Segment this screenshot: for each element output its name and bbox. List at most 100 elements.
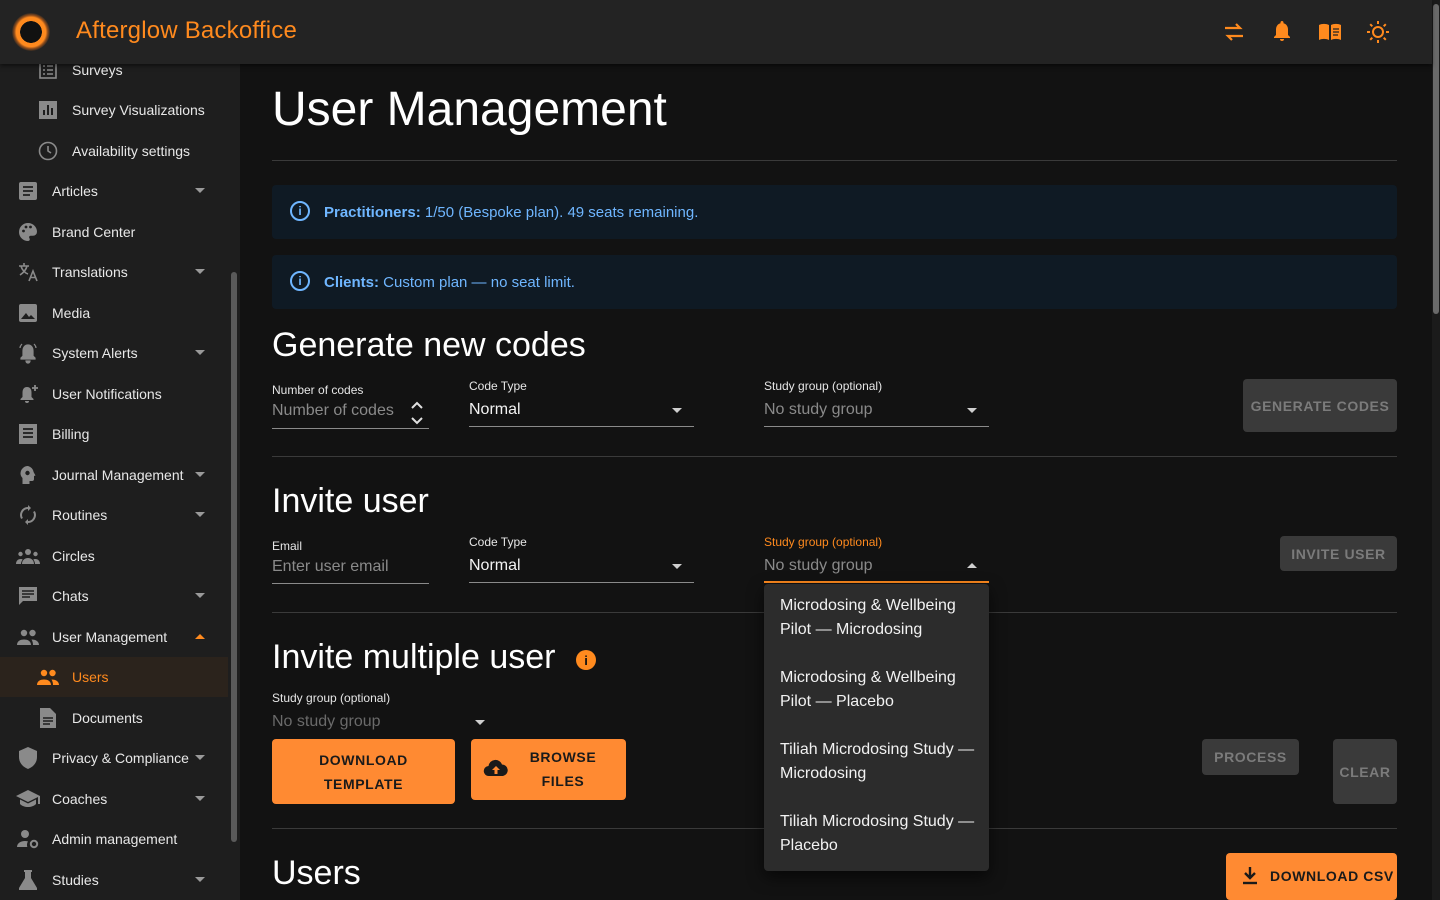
chevron-down-icon: [195, 269, 205, 274]
alert-text: Practitioners: 1/50 (Bespoke plan). 49 s…: [324, 204, 698, 221]
sidebar-item-surveys[interactable]: Surveys: [0, 64, 228, 90]
sidebar-item-label: Brand Center: [52, 224, 136, 240]
chevron-down-icon: [195, 188, 205, 193]
alert-message: 1/50 (Bespoke plan). 49 seats remaining.: [420, 203, 699, 221]
document-icon: [36, 706, 60, 730]
dropdown-option[interactable]: Microdosing & Wellbeing Pilot — Placebo: [780, 666, 975, 714]
dropdown-option[interactable]: Tiliah Microdosing Study — Placebo: [780, 810, 975, 858]
sidebar-scrollbar[interactable]: [231, 272, 237, 842]
select-value: No study group: [272, 713, 381, 730]
download-template-button[interactable]: DOWNLOAD TEMPLATE: [272, 739, 455, 804]
topbar-actions: [1220, 18, 1392, 46]
select-value: No study group: [764, 557, 873, 574]
sidebar-item-media[interactable]: Media: [0, 293, 228, 333]
bar-chart-icon: [36, 98, 60, 122]
chevron-down-icon: [195, 877, 205, 882]
number-of-codes-input[interactable]: Number of codes Number of codes: [272, 383, 429, 429]
chevron-down-icon: [195, 350, 205, 355]
cloud-upload-icon: [483, 758, 509, 785]
process-button[interactable]: PROCESS: [1202, 739, 1299, 775]
sidebar-item-label: Users: [72, 669, 109, 685]
sync-icon: [16, 503, 40, 527]
sidebar-item-label: Circles: [52, 548, 95, 564]
download-csv-button[interactable]: DOWNLOAD CSV: [1226, 853, 1397, 900]
sidebar-item-user-management[interactable]: User Management: [0, 617, 228, 657]
sidebar-item-translations[interactable]: Translations: [0, 252, 228, 292]
image-icon: [16, 301, 40, 325]
sidebar-item-survey-visualizations[interactable]: Survey Visualizations: [0, 90, 228, 130]
bell-icon[interactable]: [1268, 18, 1296, 46]
sidebar-item-label: Documents: [72, 710, 143, 726]
sidebar-item-system-alerts[interactable]: System Alerts: [0, 333, 228, 373]
field-label: Code Type: [469, 379, 527, 393]
field-label: Email: [272, 539, 303, 553]
sidebar-item-label: Coaches: [52, 791, 108, 807]
app-bar: Afterglow Backoffice: [0, 0, 1432, 64]
chevron-down-icon: [195, 755, 205, 760]
sidebar-item-label: Media: [52, 305, 91, 321]
sidebar-item-availability-settings[interactable]: Availability settings: [0, 131, 228, 171]
browse-files-button[interactable]: BROWSE FILES: [471, 739, 626, 800]
sidebar-item-journal-management[interactable]: Journal Management: [0, 455, 228, 495]
logo-icon: [12, 13, 50, 51]
info-icon[interactable]: i: [576, 650, 596, 670]
clients-alert: i Clients: Custom plan — no seat limit.: [272, 255, 1397, 309]
dropdown-option[interactable]: Tiliah Microdosing Study — Microdosing: [780, 738, 975, 786]
button-label: DOWNLOAD CSV: [1270, 868, 1394, 884]
stepper-icon[interactable]: [411, 400, 423, 431]
sidebar-item-user-notifications[interactable]: User Notifications: [0, 374, 228, 414]
chevron-down-icon: [475, 720, 485, 725]
alarm-icon: [16, 341, 40, 365]
scrollbar-thumb[interactable]: [1433, 4, 1439, 314]
sun-icon[interactable]: [1364, 18, 1392, 46]
sidebar-item-label: Surveys: [72, 64, 123, 78]
receipt-icon: [16, 422, 40, 446]
invite-study-group-select[interactable]: Study group (optional) No study group: [764, 535, 989, 583]
sidebar-item-billing[interactable]: Billing: [0, 414, 228, 454]
sidebar-item-users[interactable]: Users: [0, 657, 228, 697]
study-group-dropdown-menu: Microdosing & Wellbeing Pilot — Microdos…: [764, 584, 989, 871]
chevron-down-icon: [672, 408, 682, 413]
sidebar-item-chats[interactable]: Chats: [0, 576, 228, 616]
divider: [272, 160, 1397, 161]
dropdown-option[interactable]: Microdosing & Wellbeing Pilot — Microdos…: [780, 594, 975, 642]
book-icon[interactable]: [1316, 18, 1344, 46]
sidebar-item-label: Billing: [52, 426, 90, 442]
field-underline: [469, 582, 694, 583]
sidebar-item-routines[interactable]: Routines: [0, 495, 228, 535]
button-label: BROWSE FILES: [529, 749, 597, 789]
invite-user-button[interactable]: INVITE USER: [1280, 536, 1397, 571]
page-scrollbar[interactable]: [1432, 0, 1440, 900]
sidebar-item-articles[interactable]: Articles: [0, 171, 228, 211]
chevron-up-icon: [195, 634, 205, 639]
field-label: Code Type: [469, 535, 527, 549]
study-group-select[interactable]: Study group (optional) No study group: [764, 379, 989, 427]
sidebar-item-circles[interactable]: Circles: [0, 536, 228, 576]
email-field[interactable]: Email Enter user email: [272, 539, 429, 584]
sidebar-item-studies[interactable]: Studies: [0, 860, 228, 900]
field-placeholder: Enter user email: [272, 558, 389, 575]
sidebar-item-coaches[interactable]: Coaches: [0, 779, 228, 819]
swap-icon[interactable]: [1220, 18, 1248, 46]
sidebar-item-label: System Alerts: [52, 345, 138, 361]
divider: [272, 456, 1397, 457]
multi-study-group-select[interactable]: Study group (optional) No study group: [272, 691, 497, 739]
alert-message: Custom plan — no seat limit.: [379, 273, 575, 291]
sidebar-item-documents[interactable]: Documents: [0, 698, 228, 738]
field-underline: [272, 428, 429, 429]
invite-code-type-select[interactable]: Code Type Normal: [469, 535, 694, 583]
sidebar-item-label: Availability settings: [72, 143, 191, 159]
school-icon: [16, 787, 40, 811]
sidebar-item-admin-management[interactable]: Admin management: [0, 819, 228, 859]
generate-codes-button[interactable]: GENERATE CODES: [1243, 379, 1397, 432]
sidebar-item-brand-center[interactable]: Brand Center: [0, 212, 228, 252]
sidebar-item-label: Privacy & Compliance: [52, 750, 189, 766]
info-icon: i: [290, 271, 310, 291]
sidebar-item-privacy-compliance[interactable]: Privacy & Compliance: [0, 738, 228, 778]
field-label: Study group (optional): [764, 379, 883, 393]
code-type-select[interactable]: Code Type Normal: [469, 379, 694, 427]
sidebar: Surveys Survey Visualizations Availabili…: [0, 64, 240, 900]
sidebar-item-label: Chats: [52, 588, 89, 604]
invite-user-heading: Invite user: [272, 482, 429, 520]
clear-button[interactable]: CLEAR: [1333, 739, 1397, 804]
